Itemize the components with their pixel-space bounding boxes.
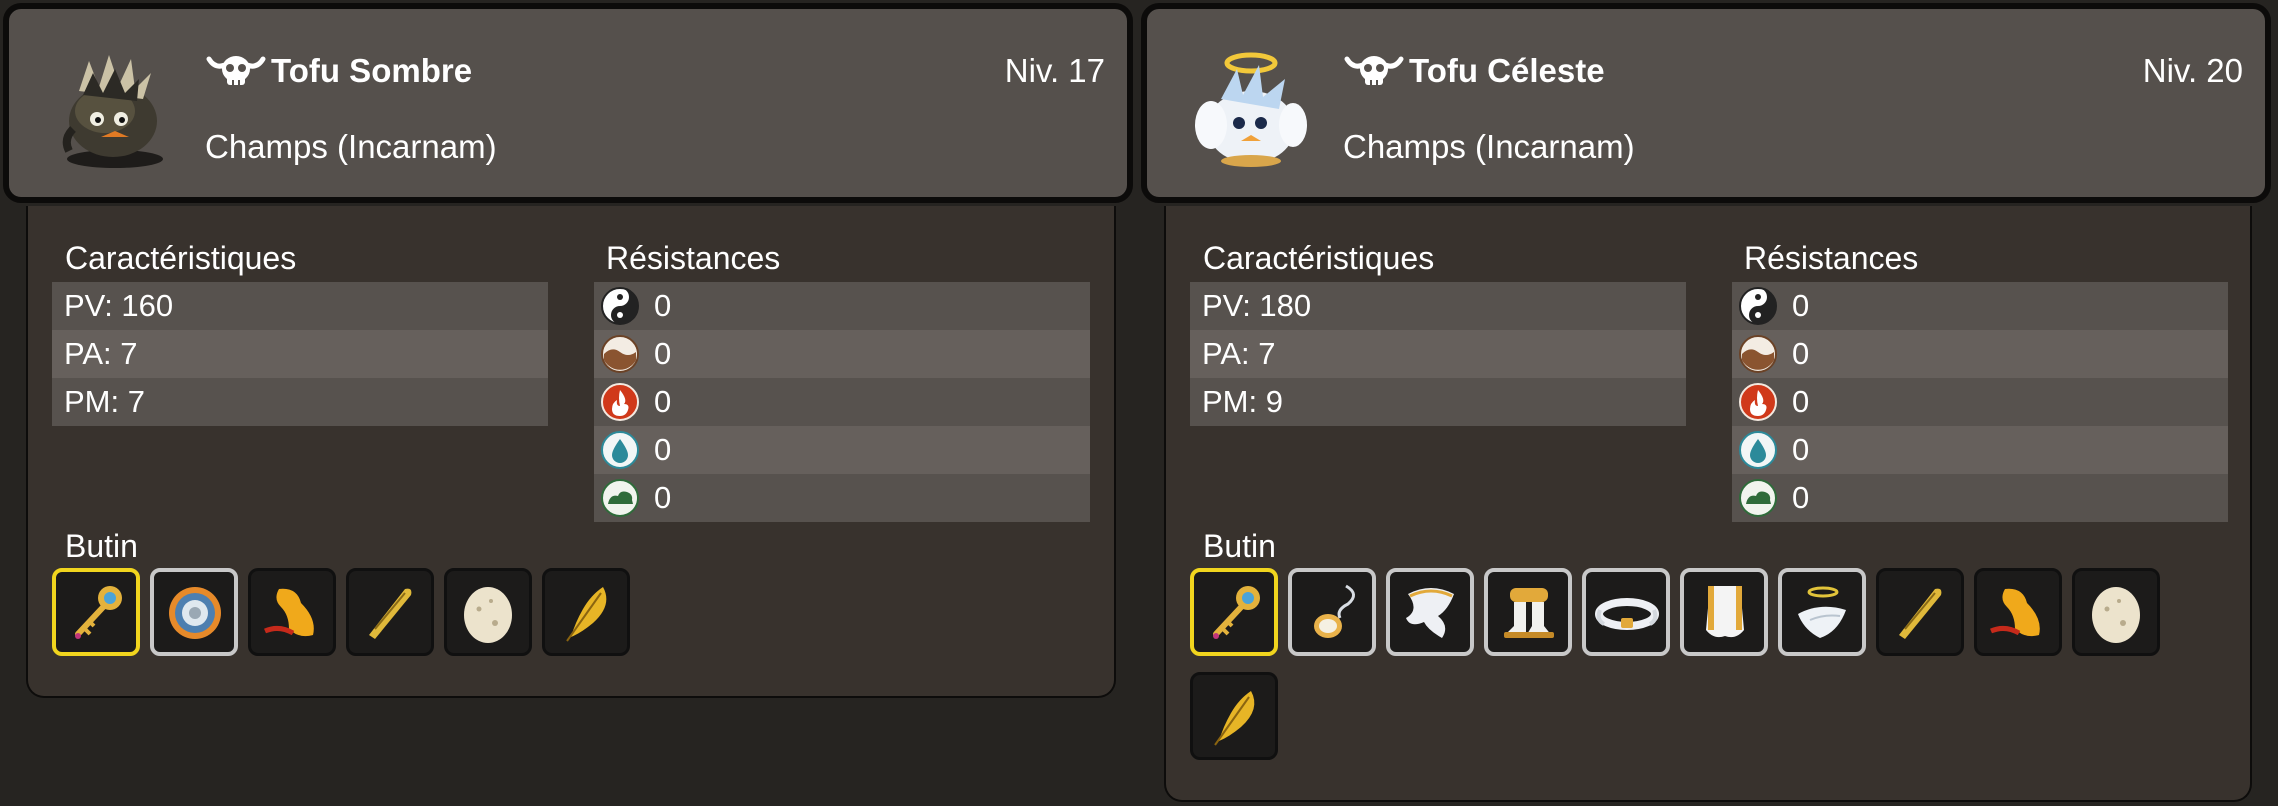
loot-slot[interactable] xyxy=(150,568,238,656)
resistance-value: 0 xyxy=(654,480,672,515)
monster-details-panel: Caractéristiques PV: 160 PA: 7 PM: 7 Rés… xyxy=(26,206,1116,698)
monster-header: Tofu Sombre Niv. 17 Champs (Incarnam) xyxy=(3,3,1133,203)
earth-icon xyxy=(1739,335,1777,373)
loot-slot[interactable] xyxy=(1876,568,1964,656)
resistance-neutral: 0 xyxy=(1732,282,2228,330)
neutral-icon xyxy=(1739,287,1777,325)
dark-tofu-portrait xyxy=(62,55,163,168)
monster-level: Niv. 17 xyxy=(1004,52,1105,89)
resistance-air: 0 xyxy=(1732,474,2228,522)
egg-icon xyxy=(464,587,512,643)
water-icon xyxy=(601,431,639,469)
stats-title: Caractéristiques xyxy=(65,240,297,276)
resistances-list: 0 0 0 0 0 xyxy=(594,282,1090,522)
fire-icon xyxy=(1739,383,1777,421)
loot-slot[interactable] xyxy=(1778,568,1866,656)
ring-icon xyxy=(169,587,221,639)
water-icon xyxy=(1739,431,1777,469)
resistance-water: 0 xyxy=(594,426,1090,474)
loot-slot[interactable] xyxy=(1190,672,1278,760)
monster-name: Tofu Sombre xyxy=(271,52,473,89)
loot-slot[interactable] xyxy=(1484,568,1572,656)
monster-header: Tofu Céleste Niv. 20 Champs (Incarnam) xyxy=(1141,3,2271,203)
resistance-neutral: 0 xyxy=(594,282,1090,330)
resistance-fire: 0 xyxy=(1732,378,2228,426)
monster-location: Champs (Incarnam) xyxy=(205,128,497,165)
monster-skull-icon xyxy=(1344,56,1404,85)
monster-name: Tofu Céleste xyxy=(1409,52,1605,89)
neutral-icon xyxy=(601,287,639,325)
celestial-tofu-portrait xyxy=(1195,52,1307,167)
loot-slot[interactable] xyxy=(1974,568,2062,656)
stat-pa: PA: 7 xyxy=(52,330,548,378)
orange-plume-icon xyxy=(264,588,314,637)
stat-pv: PV: 160 xyxy=(52,282,548,330)
loot-slot[interactable] xyxy=(1288,568,1376,656)
resistance-value: 0 xyxy=(1792,336,1810,371)
resistances-list: 0 0 0 0 0 xyxy=(1732,282,2228,522)
beak-icon xyxy=(1899,588,1942,639)
resistance-fire: 0 xyxy=(594,378,1090,426)
resistance-value: 0 xyxy=(1792,480,1810,515)
loot-slot[interactable] xyxy=(1190,568,1278,656)
monster-details-panel: Caractéristiques PV: 180 PA: 7 PM: 9 Rés… xyxy=(1164,206,2252,802)
golden-feather-icon xyxy=(566,587,607,642)
resistances-title: Résistances xyxy=(606,240,781,276)
resistance-value: 0 xyxy=(654,432,672,467)
loot-slot[interactable] xyxy=(542,568,630,656)
egg-icon xyxy=(2092,587,2140,643)
belt-icon xyxy=(1595,598,1659,630)
resistance-earth: 0 xyxy=(594,330,1090,378)
key-icon xyxy=(1213,586,1260,639)
stats-list: PV: 180 PA: 7 PM: 9 xyxy=(1190,282,1686,426)
halo-hat-icon xyxy=(1798,586,1846,638)
loot-slot[interactable] xyxy=(2072,568,2160,656)
boots-icon xyxy=(1504,588,1554,638)
air-icon xyxy=(1739,479,1777,517)
resistance-value: 0 xyxy=(1792,432,1810,467)
monster-location: Champs (Incarnam) xyxy=(1343,128,1635,165)
stats-list: PV: 160 PA: 7 PM: 7 xyxy=(52,282,548,426)
earth-icon xyxy=(601,335,639,373)
golden-feather-icon xyxy=(1214,691,1255,746)
beak-icon xyxy=(369,588,412,639)
resistance-earth: 0 xyxy=(1732,330,2228,378)
air-icon xyxy=(601,479,639,517)
stats-title: Caractéristiques xyxy=(1203,240,1435,276)
monster-level: Niv. 20 xyxy=(2142,52,2243,89)
stat-pm: PM: 9 xyxy=(1190,378,1686,426)
loot-slot[interactable] xyxy=(346,568,434,656)
orange-plume-icon xyxy=(1990,588,2040,637)
resistance-value: 0 xyxy=(1792,288,1810,323)
loot-slot[interactable] xyxy=(52,568,140,656)
resistance-value: 0 xyxy=(654,384,672,419)
wing-cape-icon xyxy=(1706,586,1744,638)
fire-icon xyxy=(601,383,639,421)
loot-slot[interactable] xyxy=(1680,568,1768,656)
stat-pv: PV: 180 xyxy=(1190,282,1686,330)
resistance-water: 0 xyxy=(1732,426,2228,474)
loot-title: Butin xyxy=(1203,528,1276,564)
resistance-air: 0 xyxy=(594,474,1090,522)
resistance-value: 0 xyxy=(654,336,672,371)
resistances-title: Résistances xyxy=(1744,240,1919,276)
stat-pa: PA: 7 xyxy=(1190,330,1686,378)
stat-pm: PM: 7 xyxy=(52,378,548,426)
loot-slot[interactable] xyxy=(1386,568,1474,656)
loot-slot[interactable] xyxy=(248,568,336,656)
loot-slot[interactable] xyxy=(1582,568,1670,656)
cape-icon xyxy=(1406,588,1454,638)
loot-title: Butin xyxy=(65,528,138,564)
monster-skull-icon xyxy=(206,56,266,85)
amulet-icon xyxy=(1314,584,1355,638)
resistance-value: 0 xyxy=(654,288,672,323)
loot-slot[interactable] xyxy=(444,568,532,656)
key-icon xyxy=(75,586,122,639)
resistance-value: 0 xyxy=(1792,384,1810,419)
